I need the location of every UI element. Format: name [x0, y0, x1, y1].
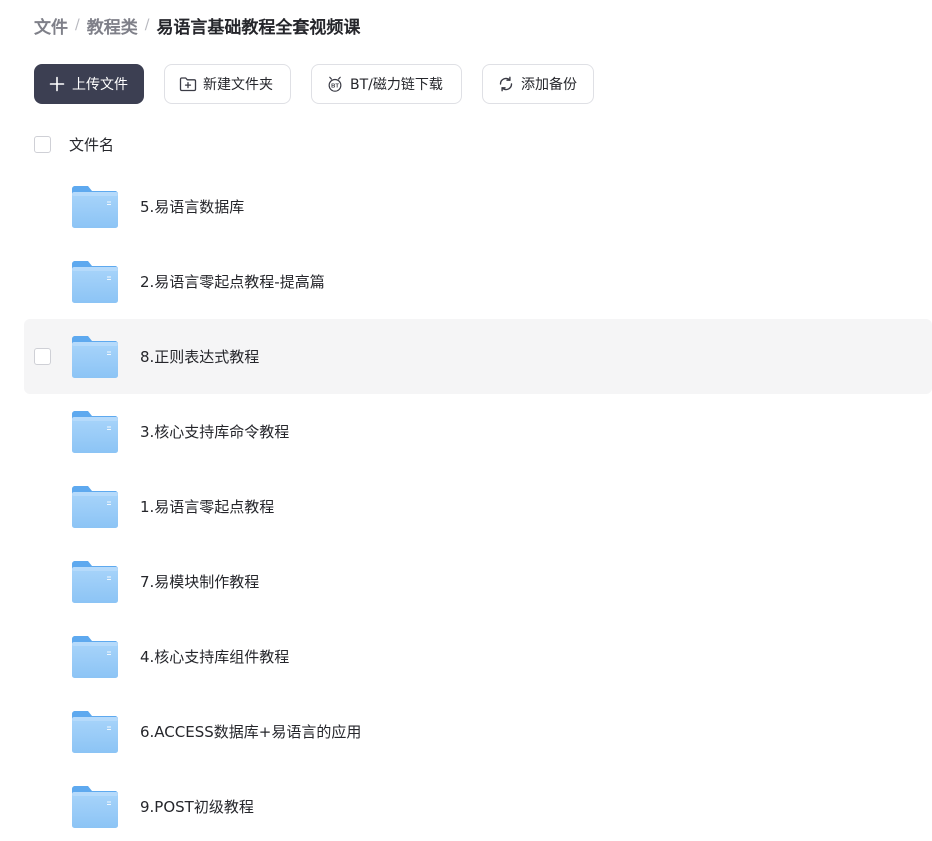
list-item[interactable]: 8.正则表达式教程 [24, 319, 932, 394]
folder-icon [71, 635, 119, 679]
file-manager-page: 文件 / 教程类 / 易语言基础教程全套视频课 上传文件 新建文件夹 BT BT… [0, 0, 932, 841]
list-item[interactable]: 5.易语言数据库 [24, 169, 932, 244]
breadcrumb-current-folder: 易语言基础教程全套视频课 [156, 17, 361, 38]
breadcrumb-item-files[interactable]: 文件 [34, 13, 68, 38]
plus-icon [48, 75, 66, 93]
folder-icon [71, 485, 119, 529]
breadcrumb-separator: / [144, 17, 150, 33]
column-header-filename: 文件名 [69, 135, 115, 154]
breadcrumb-separator: / [75, 17, 80, 33]
select-all-checkbox[interactable] [34, 135, 51, 153]
breadcrumb: 文件 / 教程类 / 易语言基础教程全套视频课 [34, 12, 360, 38]
file-list: 5.易语言数据库 2.易语言零起点教程-提高篇 8.正则表达式教程 3.核心支持… [24, 169, 932, 841]
list-item[interactable]: 1.易语言零起点教程 [24, 469, 932, 544]
bt-magnet-download-label: BT/磁力链下载 [350, 77, 443, 93]
folder-icon [71, 335, 119, 379]
file-name: 9.POST初级教程 [140, 798, 254, 816]
folder-plus-icon [179, 75, 197, 93]
list-header: 文件名 [34, 134, 114, 154]
breadcrumb-item-tutorials[interactable]: 教程类 [87, 13, 138, 38]
list-item[interactable]: 6.ACCESS数据库+易语言的应用 [24, 694, 932, 769]
list-item[interactable]: 4.核心支持库组件教程 [24, 619, 932, 694]
bt-magnet-download-button[interactable]: BT BT/磁力链下载 [311, 64, 462, 104]
folder-icon [71, 560, 119, 604]
file-name: 1.易语言零起点教程 [140, 498, 275, 516]
folder-icon [71, 410, 119, 454]
file-name: 3.核心支持库命令教程 [140, 423, 290, 441]
new-folder-label: 新建文件夹 [203, 77, 273, 93]
list-item[interactable]: 7.易模块制作教程 [24, 544, 932, 619]
list-item[interactable]: 3.核心支持库命令教程 [24, 394, 932, 469]
file-name: 7.易模块制作教程 [140, 573, 260, 591]
file-name: 8.正则表达式教程 [140, 348, 260, 366]
row-checkbox[interactable] [34, 348, 51, 365]
file-name: 5.易语言数据库 [140, 198, 245, 216]
folder-icon [71, 785, 119, 829]
folder-icon [71, 710, 119, 754]
list-item[interactable]: 2.易语言零起点教程-提高篇 [24, 244, 932, 319]
svg-text:BT: BT [331, 84, 339, 90]
folder-icon [71, 185, 119, 229]
file-name: 6.ACCESS数据库+易语言的应用 [140, 723, 362, 741]
upload-file-label: 上传文件 [72, 77, 128, 93]
upload-file-button[interactable]: 上传文件 [34, 64, 144, 104]
toolbar: 上传文件 新建文件夹 BT BT/磁力链下载 添加备份 [34, 64, 594, 104]
add-backup-button[interactable]: 添加备份 [482, 64, 594, 104]
refresh-icon [497, 75, 515, 93]
add-backup-label: 添加备份 [521, 77, 577, 93]
folder-icon [71, 260, 119, 304]
list-item[interactable]: 9.POST初级教程 [24, 769, 932, 841]
file-name: 4.核心支持库组件教程 [140, 648, 290, 666]
file-name: 2.易语言零起点教程-提高篇 [140, 273, 325, 291]
new-folder-button[interactable]: 新建文件夹 [164, 64, 291, 104]
bt-icon: BT [326, 75, 344, 93]
